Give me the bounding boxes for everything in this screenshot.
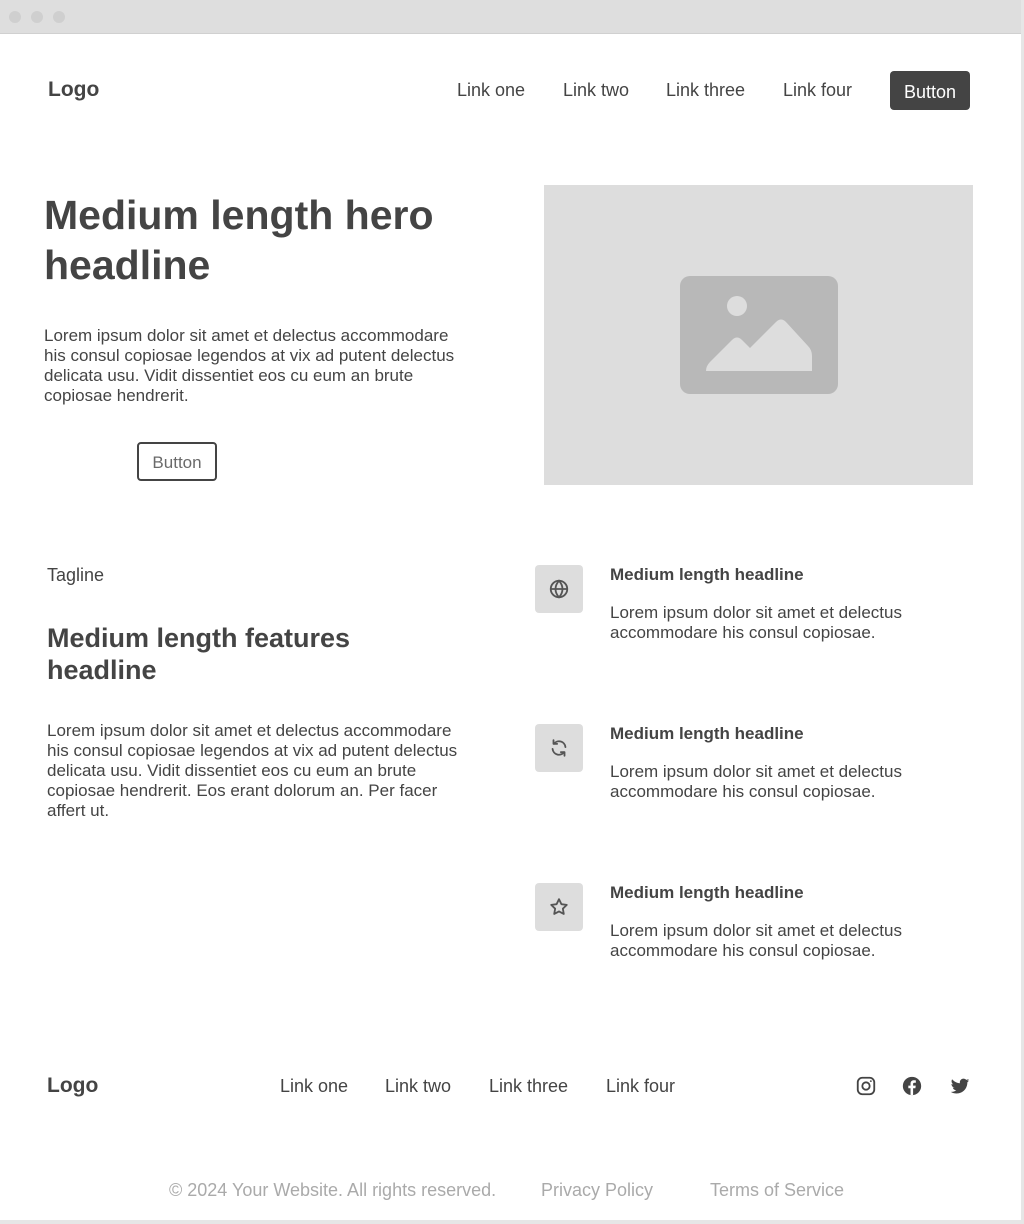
globe-icon bbox=[549, 579, 569, 599]
features-tagline: Tagline bbox=[47, 565, 105, 585]
window-maximize-dot[interactable] bbox=[53, 11, 65, 23]
feature-text: Lorem ipsum dolor sit amet et delectus a… bbox=[610, 603, 902, 642]
browser-window-bar bbox=[0, 0, 1021, 34]
twitter-icon[interactable] bbox=[949, 1075, 971, 1097]
nav-link-three[interactable]: Link three bbox=[666, 80, 745, 101]
refresh-icon bbox=[551, 739, 567, 757]
copyright-text: © 2024 Your Website. All rights reserved… bbox=[169, 1180, 497, 1200]
privacy-policy-link[interactable]: Privacy Policy bbox=[541, 1180, 653, 1201]
features-body-text: Lorem ipsum dolor sit amet et delectus a… bbox=[47, 721, 458, 820]
hero-button[interactable]: Button bbox=[137, 442, 217, 481]
footer-link-three[interactable]: Link three bbox=[489, 1076, 568, 1097]
hero-body-text: Lorem ipsum dolor sit amet et delectus a… bbox=[44, 326, 455, 405]
image-placeholder-icon bbox=[680, 276, 838, 394]
feature-icon-box bbox=[535, 883, 583, 931]
feature-text: Lorem ipsum dolor sit amet et delectus a… bbox=[610, 921, 902, 960]
footer-logo[interactable]: Logo bbox=[47, 1074, 98, 1098]
footer-link-two[interactable]: Link two bbox=[385, 1076, 451, 1097]
features-headline: Medium length features headline bbox=[47, 623, 351, 685]
window-bottom-edge bbox=[0, 1220, 1024, 1224]
feature-icon-box bbox=[535, 565, 583, 613]
header-button[interactable]: Button bbox=[890, 71, 970, 110]
hero-headline: Medium length hero headline bbox=[44, 192, 434, 288]
feature-title: Medium length headline bbox=[610, 724, 804, 743]
footer-link-one[interactable]: Link one bbox=[280, 1076, 348, 1097]
nav-link-one[interactable]: Link one bbox=[457, 80, 525, 101]
feature-text: Lorem ipsum dolor sit amet et delectus a… bbox=[610, 762, 902, 801]
feature-title: Medium length headline bbox=[610, 883, 804, 902]
nav-link-four[interactable]: Link four bbox=[783, 80, 852, 101]
feature-title: Medium length headline bbox=[610, 565, 804, 584]
terms-of-service-link[interactable]: Terms of Service bbox=[710, 1180, 844, 1201]
instagram-icon[interactable] bbox=[855, 1075, 877, 1097]
header-logo[interactable]: Logo bbox=[48, 78, 99, 102]
footer-link-four[interactable]: Link four bbox=[606, 1076, 675, 1097]
star-icon bbox=[550, 898, 568, 915]
feature-icon-box bbox=[535, 724, 583, 772]
hero-image-placeholder bbox=[544, 185, 973, 485]
window-close-dot[interactable] bbox=[9, 11, 21, 23]
window-minimize-dot[interactable] bbox=[31, 11, 43, 23]
nav-link-two[interactable]: Link two bbox=[563, 80, 629, 101]
facebook-icon[interactable] bbox=[901, 1075, 923, 1097]
